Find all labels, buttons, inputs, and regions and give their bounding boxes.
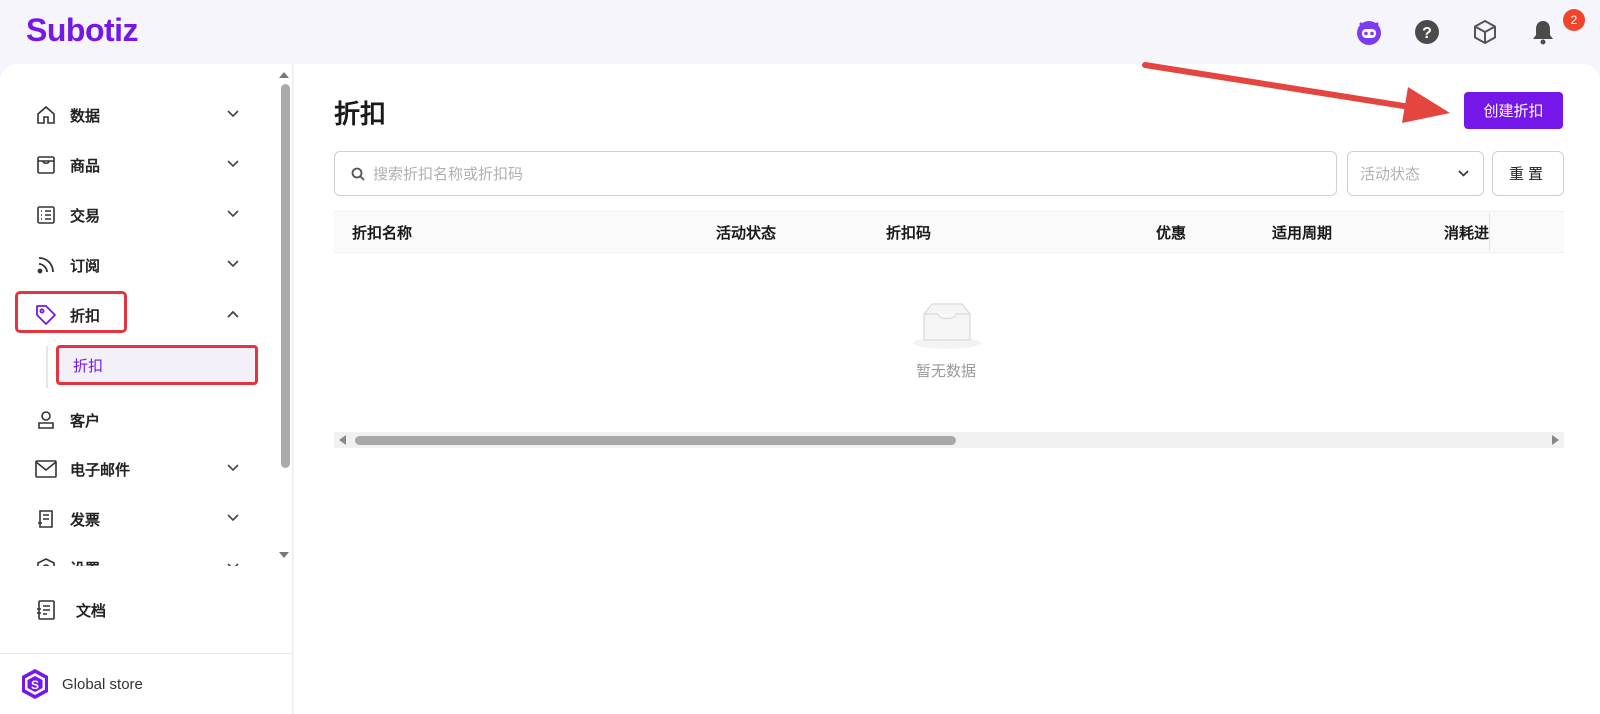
app-logo[interactable]: Subotiz xyxy=(26,12,139,49)
svg-text:?: ? xyxy=(1422,25,1432,42)
home-icon xyxy=(34,103,58,127)
status-placeholder: 活动状态 xyxy=(1360,165,1421,183)
rss-icon xyxy=(34,253,58,277)
sidebar-subitem-label: 折扣 xyxy=(73,356,104,375)
column-header: 适用周期 xyxy=(1272,224,1333,242)
sidebar-item-label: 商品 xyxy=(70,156,101,175)
chevron-down-icon xyxy=(226,511,240,525)
submenu-line xyxy=(46,346,48,388)
sidebar-item-subscriptions[interactable]: 订阅 xyxy=(28,245,250,285)
column-header: 消耗进度 xyxy=(1444,224,1490,242)
chevron-down-icon xyxy=(226,207,240,221)
settings-icon xyxy=(34,556,58,566)
chevron-down-icon xyxy=(226,107,240,121)
column-header: 活动状态 xyxy=(716,224,777,242)
list-icon xyxy=(34,203,58,227)
chevron-down-icon xyxy=(226,560,240,566)
sidebar-item-label: 交易 xyxy=(70,206,101,225)
assistant-bot-icon[interactable] xyxy=(1355,18,1383,46)
bell-icon[interactable] xyxy=(1529,18,1557,46)
search-icon xyxy=(351,167,365,181)
search-input[interactable]: 搜索折扣名称或折扣码 xyxy=(334,151,1337,196)
store-switcher[interactable]: S Global store xyxy=(20,668,143,700)
sidebar-item-customers[interactable]: 客户 xyxy=(28,400,250,440)
sidebar-item-docs[interactable]: 文档 xyxy=(28,590,250,630)
chevron-down-icon xyxy=(226,461,240,475)
sidebar-item-label: 客户 xyxy=(70,411,101,430)
empty-state-text: 暂无数据 xyxy=(916,362,977,380)
sidebar-item-label: 折扣 xyxy=(70,306,101,325)
doc-icon xyxy=(34,598,58,622)
sidebar-divider xyxy=(0,653,292,654)
sidebar-item-discounts[interactable]: 折扣 xyxy=(28,295,250,335)
store-icon xyxy=(34,153,58,177)
page-title: 折扣 xyxy=(334,100,387,130)
sidebar-scroll-thumb[interactable] xyxy=(281,84,290,468)
sidebar-item-label: 发票 xyxy=(70,510,101,529)
column-header: 折扣名称 xyxy=(352,224,413,242)
empty-inbox-icon xyxy=(913,303,981,349)
sidebar-item-label: 设置 xyxy=(70,558,100,567)
receipt-icon xyxy=(34,507,58,531)
mail-icon xyxy=(34,457,58,481)
sidebar-item-data[interactable]: 数据 xyxy=(28,95,250,135)
sidebar-item-settings-clip: 设置 xyxy=(28,556,250,566)
store-avatar-icon: S xyxy=(22,669,48,699)
column-header: 折扣码 xyxy=(886,224,932,242)
sidebar-item-transactions[interactable]: 交易 xyxy=(28,195,250,235)
user-icon xyxy=(34,408,58,432)
sidebar-item-label: 数据 xyxy=(70,106,101,125)
sidebar-item-email[interactable]: 电子邮件 xyxy=(28,449,250,489)
annotation-arrow xyxy=(1142,62,1450,123)
help-icon[interactable]: ? xyxy=(1413,18,1441,46)
chevron-up-icon xyxy=(226,307,240,321)
search-placeholder: 搜索折扣名称或折扣码 xyxy=(373,165,524,183)
tag-icon xyxy=(34,303,58,327)
sidebar-item-invoices[interactable]: 发票 xyxy=(28,499,250,539)
package-icon[interactable] xyxy=(1471,18,1499,46)
sidebar-item-label: 电子邮件 xyxy=(70,460,131,479)
column-header: 优惠 xyxy=(1156,224,1187,242)
chevron-down-icon xyxy=(226,157,240,171)
sidebar-subitem-discounts[interactable]: 折扣 xyxy=(56,345,258,385)
create-discount-button[interactable]: 创建折扣 xyxy=(1464,92,1563,129)
store-avatar-letter: S xyxy=(31,678,39,692)
store-name: Global store xyxy=(62,675,143,693)
table-scroll-thumb[interactable] xyxy=(355,436,956,445)
column-header-clip: 消耗进度 xyxy=(1444,212,1564,252)
column-divider xyxy=(1489,213,1490,251)
table-header: 折扣名称 活动状态 折扣码 优惠 适用周期 消耗进度 xyxy=(334,211,1564,253)
notification-badge: 2 xyxy=(1563,9,1585,31)
sidebar-item-label: 订阅 xyxy=(70,256,101,275)
sidebar-item-label: 文档 xyxy=(76,601,107,620)
sidebar-item-products[interactable]: 商品 xyxy=(28,145,250,185)
reset-button[interactable]: 重置 xyxy=(1492,151,1564,196)
sidebar-item-settings[interactable]: 设置 xyxy=(28,556,250,566)
chevron-down-icon xyxy=(1458,170,1469,177)
status-select[interactable]: 活动状态 xyxy=(1347,151,1484,196)
chevron-down-icon xyxy=(226,257,240,271)
